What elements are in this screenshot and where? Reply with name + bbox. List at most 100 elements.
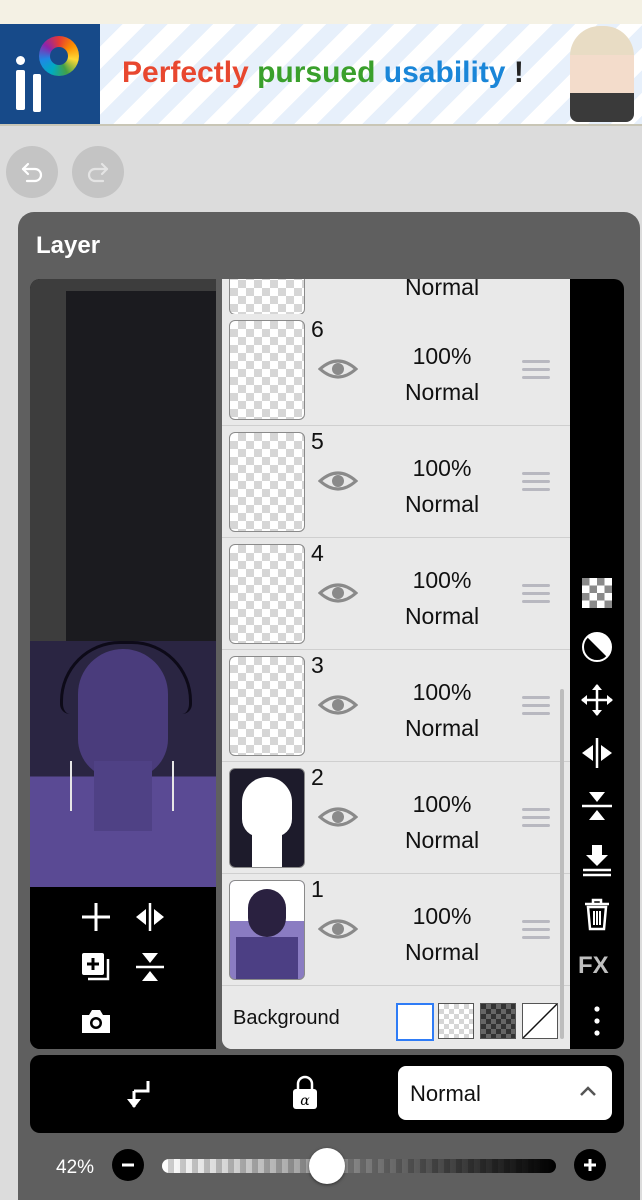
ad-character-image [570, 26, 634, 122]
layer-row-1[interactable]: 1 100% Normal [222, 874, 570, 986]
ad-banner[interactable]: Perfectly pursued usability ! [0, 0, 642, 126]
flip-horizontal-button[interactable] [579, 735, 615, 771]
fx-button[interactable]: FX [578, 952, 609, 980]
layer-thumbnail [229, 656, 305, 756]
ad-slogan-word-2: pursued [257, 56, 376, 89]
layer-list[interactable]: Normal 6 100% Normal 5 100% Normal 4 100… [222, 279, 570, 1049]
layer-opacity[interactable]: 100% [372, 343, 512, 370]
ad-slogan-word-1: Perfectly [122, 56, 249, 89]
camera-icon [82, 1010, 110, 1033]
layer-opacity[interactable]: 100% [372, 567, 512, 594]
layer-number: 5 [311, 428, 324, 454]
background-white-swatch[interactable] [396, 1003, 434, 1041]
trash-icon [585, 898, 609, 931]
eye-icon[interactable] [318, 917, 358, 941]
eye-icon[interactable] [318, 581, 358, 605]
drag-handle-icon[interactable] [522, 360, 550, 380]
art-earring-left [70, 761, 72, 811]
zoom-slider-knob[interactable] [309, 1148, 345, 1184]
zoom-in-button[interactable] [574, 1149, 606, 1181]
blend-mode-select[interactable]: Normal [398, 1066, 612, 1120]
ad-slogan-word-3: usability [383, 56, 506, 89]
layer-blend-mode[interactable]: Normal [372, 603, 512, 630]
layer-blend-mode[interactable]: Normal [372, 939, 512, 966]
camera-button[interactable] [78, 1003, 114, 1039]
artwork-thumbnail [30, 641, 216, 887]
more-button[interactable] [579, 1003, 615, 1039]
checker-button[interactable] [579, 575, 615, 611]
ad-slogan: Perfectly pursued usability ! [122, 56, 524, 90]
redo-icon [87, 162, 109, 183]
logo-letter-i [16, 70, 25, 110]
drag-handle-icon[interactable] [522, 696, 550, 716]
layer-opacity[interactable]: 100% [372, 679, 512, 706]
zoom-bar: 42% [18, 1133, 640, 1200]
more-icon [594, 1006, 600, 1036]
redo-button[interactable] [72, 146, 124, 198]
eye-icon[interactable] [318, 469, 358, 493]
drag-handle-icon[interactable] [522, 920, 550, 940]
alpha-lock-icon[interactable]: α [290, 1075, 320, 1111]
undo-icon [21, 162, 43, 183]
canvas-preview[interactable] [30, 279, 216, 1049]
layer-thumbnail [229, 432, 305, 532]
layer-row-5[interactable]: 5 100% Normal [222, 426, 570, 538]
flip-vertical-button[interactable] [132, 949, 168, 985]
chevron-up-icon [580, 1086, 596, 1096]
drag-handle-icon[interactable] [522, 472, 550, 492]
background-transparent-dark-swatch[interactable] [480, 1003, 516, 1039]
duplicate-layer-button[interactable] [78, 949, 114, 985]
logo-letter-p [33, 74, 41, 112]
undo-button[interactable] [6, 146, 58, 198]
flip-horizontal-button[interactable] [132, 899, 168, 935]
art-neck [94, 761, 152, 831]
layer-row-6[interactable]: 6 100% Normal [222, 314, 570, 426]
layer-opacity[interactable]: 100% [372, 455, 512, 482]
move-button[interactable] [579, 682, 615, 718]
right-toolbar: FX [570, 279, 624, 1049]
zoom-slider[interactable] [162, 1148, 556, 1184]
layer-blend-mode[interactable]: Normal [372, 715, 512, 742]
layer-blend-mode: Normal [404, 279, 480, 300]
plus-icon [584, 1159, 596, 1171]
eye-icon[interactable] [318, 805, 358, 829]
eye-icon[interactable] [318, 693, 358, 717]
layer-number: 1 [311, 876, 324, 902]
layer-thumbnail [229, 279, 305, 315]
layer-row-4[interactable]: 4 100% Normal [222, 538, 570, 650]
layer-row-2[interactable]: 2 100% Normal [222, 762, 570, 874]
checker-icon [582, 578, 612, 608]
zoom-value: 42% [56, 1157, 95, 1178]
layer-blend-mode[interactable]: Normal [372, 379, 512, 406]
layer-number: 2 [311, 764, 324, 790]
layer-tools [30, 887, 216, 1049]
flip-vertical-button[interactable] [579, 788, 615, 824]
layer-blend-mode[interactable]: Normal [372, 827, 512, 854]
color-wheel-icon [39, 36, 79, 76]
art-earring-right [172, 761, 174, 811]
clip-down-icon[interactable] [122, 1077, 154, 1111]
layer-list-scrollbar[interactable] [560, 689, 564, 1039]
layer-number: 3 [311, 652, 324, 678]
layer-row-3[interactable]: 3 100% Normal [222, 650, 570, 762]
svg-text:α: α [300, 1093, 310, 1109]
background-transparent-light-swatch[interactable] [438, 1003, 474, 1039]
canvas-sketch-area [66, 291, 216, 641]
contrast-button[interactable] [579, 629, 615, 665]
background-none-swatch[interactable] [522, 1003, 558, 1039]
merge-down-icon [583, 845, 611, 877]
zoom-out-button[interactable] [112, 1149, 144, 1181]
drag-handle-icon[interactable] [522, 584, 550, 604]
add-layer-button[interactable] [78, 899, 114, 935]
merge-down-button[interactable] [579, 842, 615, 878]
layer-opacity[interactable]: 100% [372, 791, 512, 818]
delete-layer-button[interactable] [579, 896, 615, 932]
contrast-icon [582, 632, 612, 662]
layer-blend-mode[interactable]: Normal [372, 491, 512, 518]
layer-number: 6 [311, 316, 324, 342]
drag-handle-icon[interactable] [522, 808, 550, 828]
layer-opacity[interactable]: 100% [372, 903, 512, 930]
eye-icon[interactable] [318, 357, 358, 381]
ad-slogan-exclaim: ! [513, 56, 524, 89]
ad-content[interactable]: Perfectly pursued usability ! [100, 24, 642, 124]
